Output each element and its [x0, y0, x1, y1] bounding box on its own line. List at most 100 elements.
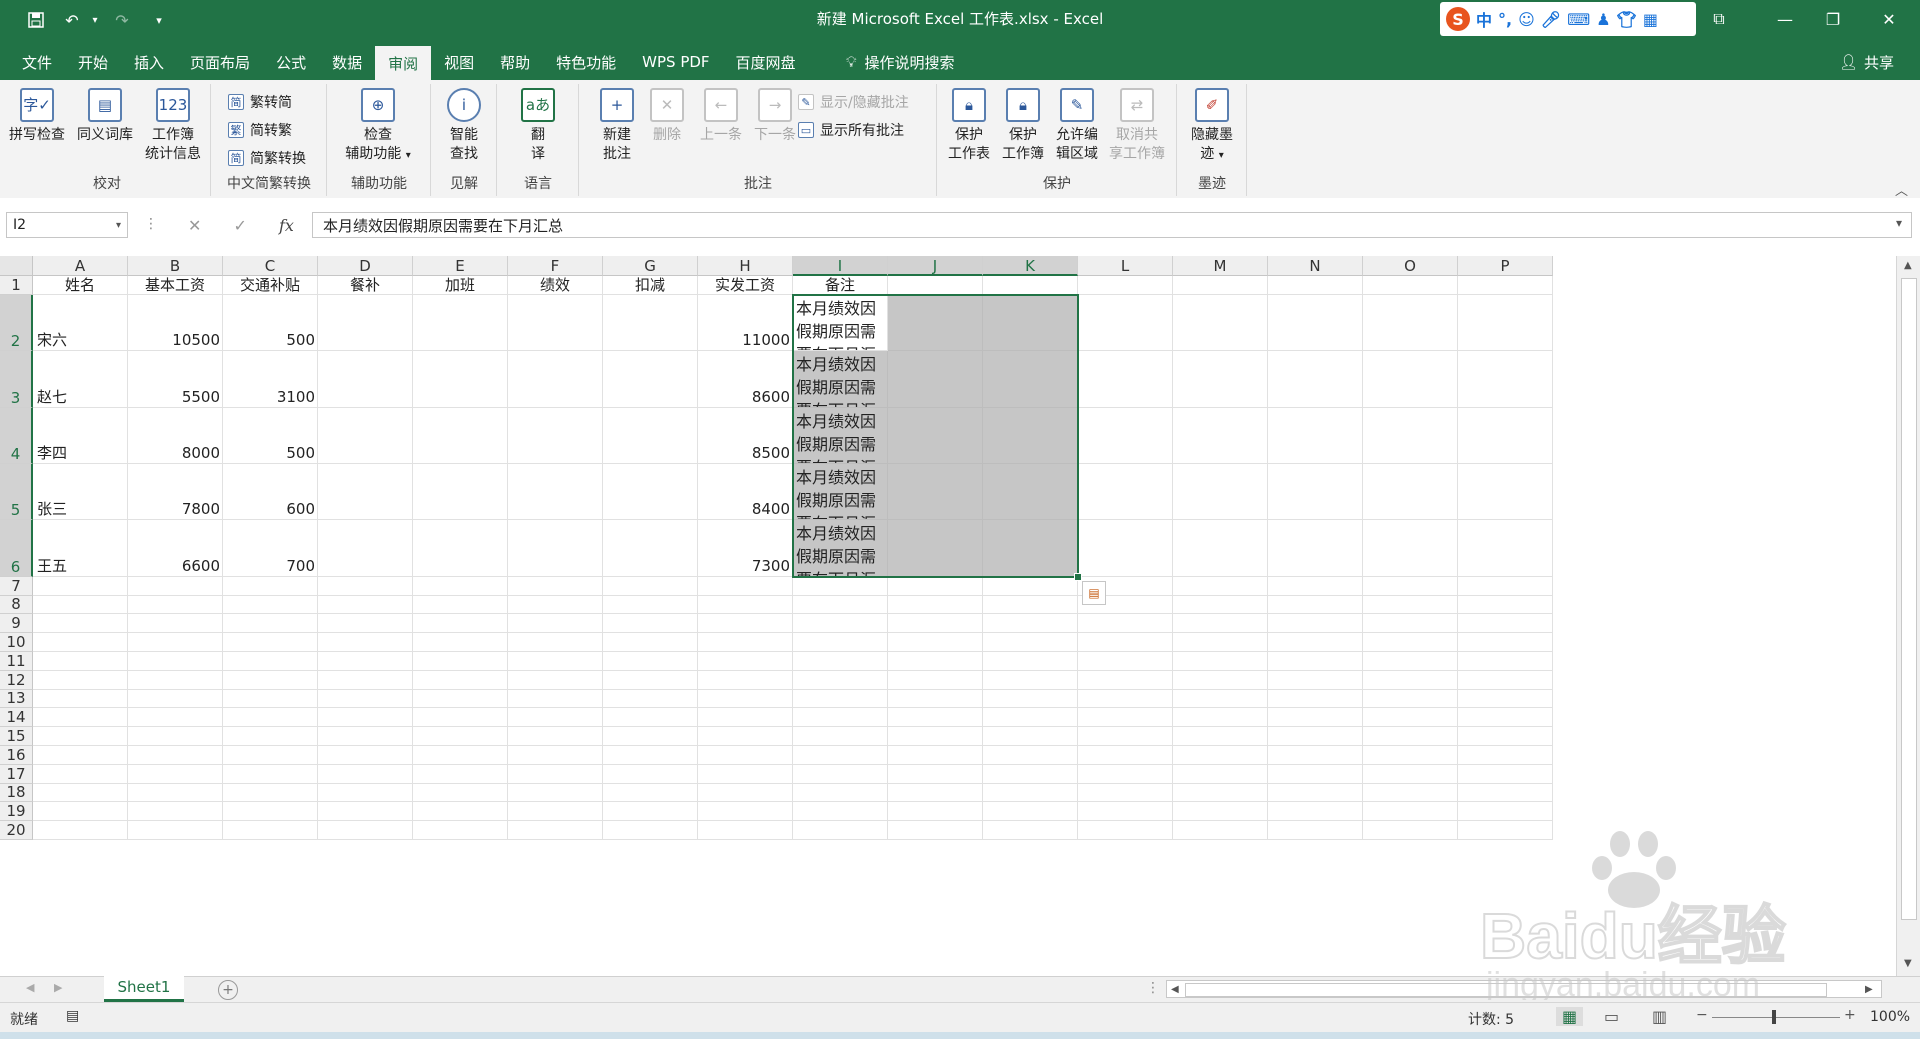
cell-E11[interactable] [413, 652, 508, 671]
cell-E18[interactable] [413, 783, 508, 803]
column-header-A[interactable]: A [33, 256, 128, 276]
select-all-corner[interactable] [0, 256, 33, 276]
cell-C3[interactable]: 3100 [223, 351, 318, 408]
cell-H11[interactable] [698, 652, 793, 671]
share-button[interactable]: 👤︎ 共享 [1839, 44, 1894, 80]
cell-C14[interactable] [223, 708, 318, 728]
cell-M2[interactable] [1173, 294, 1268, 352]
cell-L12[interactable] [1078, 670, 1173, 690]
tab-3[interactable]: 页面布局 [177, 44, 263, 80]
cell-J19[interactable] [888, 802, 983, 822]
cell-O2[interactable] [1363, 294, 1458, 352]
cell-P19[interactable] [1458, 802, 1553, 822]
column-header-F[interactable]: F [508, 256, 603, 276]
cell-C12[interactable] [223, 670, 318, 690]
cell-M3[interactable] [1173, 351, 1268, 408]
row-header-12[interactable]: 12 [0, 671, 33, 690]
cell-I4[interactable]: 本月绩效因假期原因需要在下月汇总 [793, 407, 888, 464]
cell-N6[interactable] [1268, 520, 1363, 577]
row-header-19[interactable]: 19 [0, 802, 33, 822]
cell-B15[interactable] [128, 727, 223, 746]
page-layout-view-icon[interactable]: ▭ [1604, 1007, 1619, 1026]
vertical-scrollbar[interactable]: ▲ ▼ [1896, 256, 1920, 976]
cell-O9[interactable] [1363, 614, 1458, 634]
cell-F11[interactable] [508, 652, 603, 671]
cell-L18[interactable] [1078, 783, 1173, 803]
cell-D14[interactable] [318, 708, 413, 728]
column-header-O[interactable]: O [1363, 256, 1458, 276]
cell-A3[interactable]: 赵七 [33, 351, 128, 408]
zoom-in-icon[interactable]: + [1844, 1007, 1856, 1023]
cell-M11[interactable] [1173, 652, 1268, 671]
cell-H10[interactable] [698, 633, 793, 652]
cell-P11[interactable] [1458, 652, 1553, 671]
cell-E12[interactable] [413, 670, 508, 690]
cell-D6[interactable] [318, 520, 413, 577]
tab-4[interactable]: 公式 [263, 44, 319, 80]
cell-N9[interactable] [1268, 614, 1363, 634]
row-header-20[interactable]: 20 [0, 821, 33, 840]
cell-G13[interactable] [603, 689, 698, 709]
cell-J5[interactable] [888, 464, 983, 521]
cell-H18[interactable] [698, 783, 793, 803]
row-header-16[interactable]: 16 [0, 746, 33, 765]
cell-I20[interactable] [793, 821, 888, 840]
cell-P2[interactable] [1458, 294, 1553, 352]
cell-A6[interactable]: 王五 [33, 520, 128, 577]
cell-N2[interactable] [1268, 294, 1363, 352]
cell-I16[interactable] [793, 746, 888, 765]
cell-D19[interactable] [318, 802, 413, 822]
cell-M15[interactable] [1173, 727, 1268, 746]
cell-D4[interactable] [318, 407, 413, 464]
cell-K1[interactable] [983, 276, 1078, 295]
cell-N8[interactable] [1268, 595, 1363, 615]
cell-N20[interactable] [1268, 821, 1363, 840]
cell-K6[interactable] [983, 520, 1078, 577]
cell-O4[interactable] [1363, 407, 1458, 464]
cell-C9[interactable] [223, 614, 318, 634]
cell-L13[interactable] [1078, 689, 1173, 709]
cell-J6[interactable] [888, 520, 983, 577]
cell-K10[interactable] [983, 633, 1078, 652]
cell-G8[interactable] [603, 595, 698, 615]
cell-B19[interactable] [128, 802, 223, 822]
formula-bar-grip-icon[interactable]: ⋮ [144, 216, 158, 232]
tab-0[interactable]: 文件 [0, 44, 65, 80]
zoom-out-icon[interactable]: − [1696, 1007, 1708, 1023]
cell-C17[interactable] [223, 764, 318, 784]
column-header-L[interactable]: L [1078, 256, 1173, 276]
cell-I3[interactable]: 本月绩效因假期原因需要在下月汇总 [793, 351, 888, 408]
cell-O3[interactable] [1363, 351, 1458, 408]
cell-A13[interactable] [33, 689, 128, 709]
cell-K15[interactable] [983, 727, 1078, 746]
cell-E4[interactable] [413, 407, 508, 464]
cell-A19[interactable] [33, 802, 128, 822]
cell-L16[interactable] [1078, 746, 1173, 765]
cell-C15[interactable] [223, 727, 318, 746]
cell-A16[interactable] [33, 746, 128, 765]
cell-F10[interactable] [508, 633, 603, 652]
cell-I11[interactable] [793, 652, 888, 671]
cell-O8[interactable] [1363, 595, 1458, 615]
cell-J18[interactable] [888, 783, 983, 803]
cell-H19[interactable] [698, 802, 793, 822]
cell-I12[interactable] [793, 670, 888, 690]
row-header-7[interactable]: 7 [0, 577, 33, 596]
cell-J1[interactable] [888, 276, 983, 295]
cell-M20[interactable] [1173, 821, 1268, 840]
cell-F7[interactable] [508, 576, 603, 596]
cell-L4[interactable] [1078, 407, 1173, 464]
cell-C16[interactable] [223, 746, 318, 765]
cell-J10[interactable] [888, 633, 983, 652]
cell-M17[interactable] [1173, 764, 1268, 784]
sheet-tab[interactable]: Sheet1 [104, 976, 184, 1002]
smart-lookup-button[interactable]: i 智能 查找 [435, 88, 493, 164]
cell-M1[interactable] [1173, 276, 1268, 295]
simp-to-trad-button[interactable]: 繁 简转繁 [228, 118, 292, 142]
cell-H9[interactable] [698, 614, 793, 634]
cell-I18[interactable] [793, 783, 888, 803]
cell-N13[interactable] [1268, 689, 1363, 709]
cell-N10[interactable] [1268, 633, 1363, 652]
column-header-B[interactable]: B [128, 256, 223, 276]
cell-M9[interactable] [1173, 614, 1268, 634]
